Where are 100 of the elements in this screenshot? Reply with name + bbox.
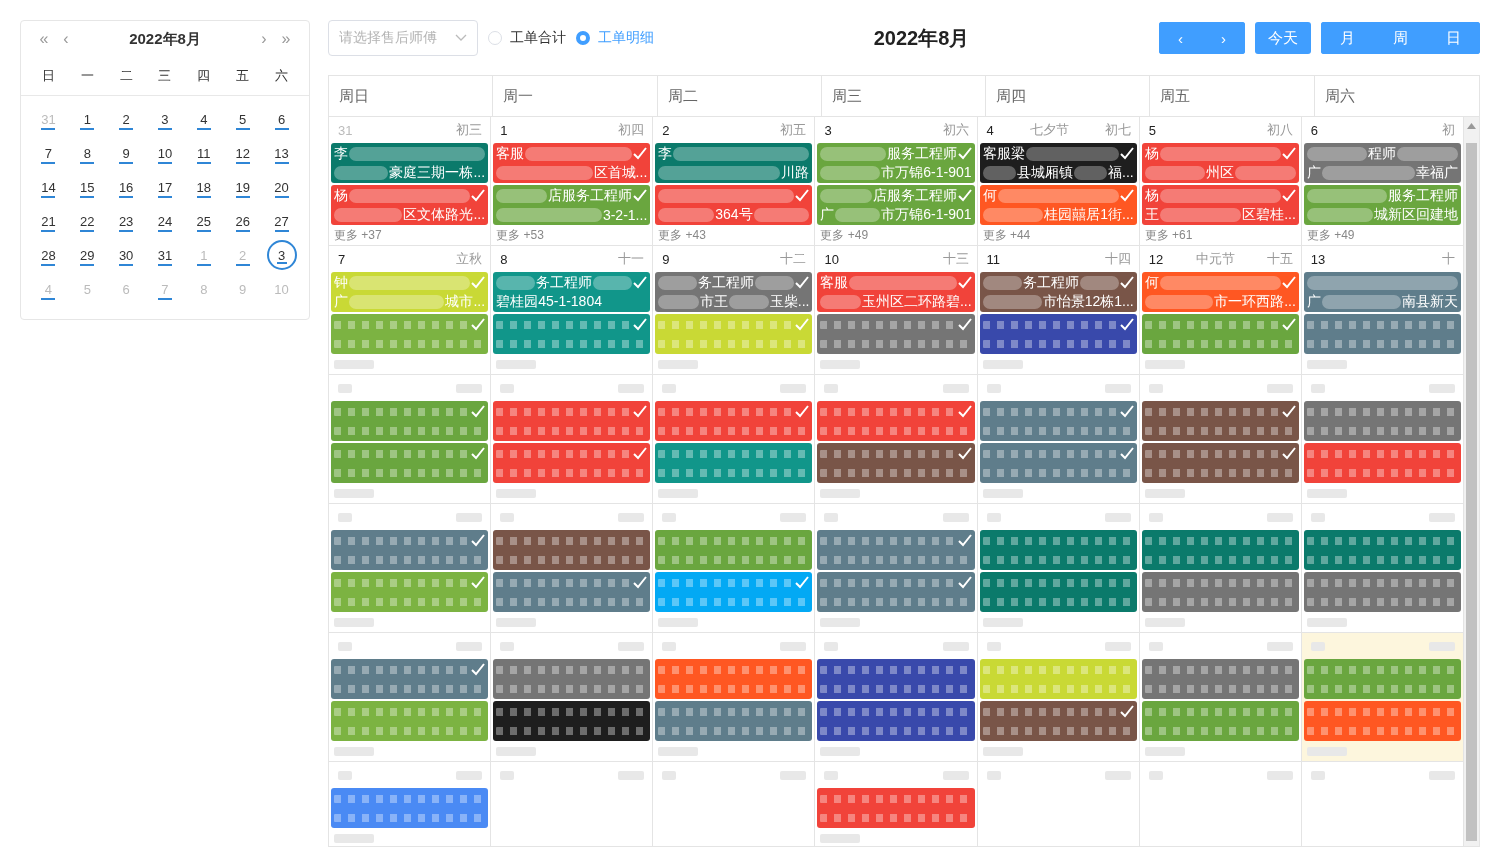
more-link[interactable]: 更多 +43	[655, 227, 813, 243]
calendar-date[interactable]: 29	[72, 240, 103, 270]
more-link[interactable]: 更多 +53	[493, 227, 651, 243]
event-card[interactable]	[655, 401, 813, 441]
event-card[interactable]	[817, 572, 975, 612]
calendar-date[interactable]: 25	[188, 206, 219, 236]
calendar-date[interactable]: 2	[111, 104, 142, 134]
calendar-date[interactable]: 3	[266, 240, 297, 270]
event-card[interactable]	[331, 443, 489, 483]
event-card[interactable]	[493, 314, 651, 354]
event-card[interactable]: 李 川路	[655, 143, 813, 183]
calendar-date[interactable]: 4	[188, 104, 219, 134]
event-card[interactable]	[979, 401, 1137, 441]
event-card[interactable]	[655, 530, 813, 570]
calendar-date[interactable]: 31	[33, 104, 64, 134]
calendar-date[interactable]: 8	[188, 274, 219, 304]
event-card[interactable]: 364号	[655, 185, 813, 225]
calendar-date[interactable]: 10	[150, 138, 180, 168]
more-link[interactable]: 更多 +37	[331, 227, 489, 243]
scrollbar[interactable]	[1464, 117, 1479, 846]
calendar-date[interactable]: 2	[227, 240, 258, 270]
event-card[interactable]: 务工程师 市王 玉柴...	[655, 272, 813, 312]
event-card[interactable]	[979, 701, 1137, 741]
radio-label[interactable]: 工单合计	[510, 29, 566, 47]
event-card[interactable]	[817, 314, 975, 354]
event-card[interactable]	[331, 788, 489, 828]
event-card[interactable]: 客服 区首城...	[493, 143, 651, 183]
calendar-date[interactable]: 16	[111, 172, 142, 202]
calendar-date[interactable]: 7	[150, 274, 180, 304]
event-card[interactable]: 李 豪庭三期一栋...	[331, 143, 489, 183]
scroll-up-icon[interactable]	[1467, 123, 1476, 129]
event-card[interactable]	[655, 443, 813, 483]
calendar-date[interactable]: 10	[266, 274, 297, 304]
more-link[interactable]: 更多 +61	[1141, 227, 1299, 243]
event-card[interactable]: 务工程师 市怡景12栋1...	[979, 272, 1137, 312]
event-card[interactable]	[1303, 401, 1461, 441]
calendar-date[interactable]: 1	[72, 104, 103, 134]
event-card[interactable]	[1141, 443, 1299, 483]
calendar-date[interactable]: 11	[188, 138, 219, 168]
calendar-date[interactable]: 9	[227, 274, 258, 304]
event-card[interactable]	[1303, 314, 1461, 354]
next-year-button[interactable]: »	[275, 30, 297, 48]
next-month-button[interactable]: ›	[253, 30, 275, 48]
calendar-date[interactable]: 23	[111, 206, 142, 236]
event-card[interactable]	[1303, 530, 1461, 570]
event-card[interactable]	[331, 659, 489, 699]
event-card[interactable]	[817, 401, 975, 441]
radio-button[interactable]	[576, 31, 590, 45]
event-card[interactable]	[817, 701, 975, 741]
event-card[interactable]: 何 桂园囍居1街...	[979, 185, 1137, 225]
event-card[interactable]	[331, 314, 489, 354]
event-card[interactable]	[493, 443, 651, 483]
event-card[interactable]	[655, 659, 813, 699]
event-card[interactable]	[1141, 572, 1299, 612]
event-card[interactable]	[1141, 659, 1299, 699]
engineer-select[interactable]: 请选择售后师傅	[328, 20, 478, 56]
event-card[interactable]	[493, 659, 651, 699]
radio-label[interactable]: 工单明细	[598, 29, 654, 47]
event-card[interactable]: 店服务工程师 广 市万锦6-1-901	[817, 185, 975, 225]
event-card[interactable]: 客服 玉州区二环路碧...	[817, 272, 975, 312]
event-card[interactable]	[817, 788, 975, 828]
event-card[interactable]: 杨 王 区碧桂...	[1141, 185, 1299, 225]
today-button[interactable]: 今天	[1255, 22, 1311, 54]
event-card[interactable]: 客服梁 县城厢镇 福...	[979, 143, 1137, 183]
event-card[interactable]	[817, 659, 975, 699]
calendar-date[interactable]: 17	[150, 172, 180, 202]
event-card[interactable]: 杨 州区	[1141, 143, 1299, 183]
event-card[interactable]	[655, 701, 813, 741]
event-card[interactable]: 服务工程师 城新区回建地	[1303, 185, 1461, 225]
calendar-date[interactable]: 5	[227, 104, 258, 134]
calendar-date[interactable]: 3	[150, 104, 180, 134]
calendar-date[interactable]: 5	[72, 274, 103, 304]
calendar-date[interactable]: 27	[266, 206, 297, 236]
calendar-date[interactable]: 26	[227, 206, 258, 236]
calendar-date[interactable]: 6	[266, 104, 297, 134]
event-card[interactable]	[817, 530, 975, 570]
calendar-date[interactable]: 19	[227, 172, 258, 202]
event-card[interactable]: 程师 广 幸福广	[1303, 143, 1461, 183]
calendar-date[interactable]: 7	[33, 138, 64, 168]
calendar-date[interactable]: 15	[72, 172, 103, 202]
calendar-date[interactable]: 13	[266, 138, 297, 168]
event-card[interactable]	[331, 701, 489, 741]
event-card[interactable]	[493, 401, 651, 441]
more-link[interactable]: 更多 +49	[817, 227, 975, 243]
event-card[interactable]	[331, 401, 489, 441]
event-card[interactable]: 杨 区文体路光...	[331, 185, 489, 225]
event-card[interactable]	[979, 572, 1137, 612]
previous-year-button[interactable]: «	[33, 30, 55, 48]
event-card[interactable]	[493, 530, 651, 570]
calendar-date[interactable]: 4	[33, 274, 64, 304]
calendar-date[interactable]: 18	[188, 172, 219, 202]
calendar-date[interactable]: 31	[150, 240, 180, 270]
event-card[interactable]: 务工程师 碧桂园45-1-1804	[493, 272, 651, 312]
event-card[interactable]	[1141, 401, 1299, 441]
event-card[interactable]	[1303, 659, 1461, 699]
more-link[interactable]: 更多 +49	[1303, 227, 1461, 243]
event-card[interactable]	[1141, 530, 1299, 570]
calendar-date[interactable]: 20	[266, 172, 297, 202]
event-card[interactable]	[1141, 701, 1299, 741]
event-card[interactable]: 服务工程师 市万锦6-1-901	[817, 143, 975, 183]
